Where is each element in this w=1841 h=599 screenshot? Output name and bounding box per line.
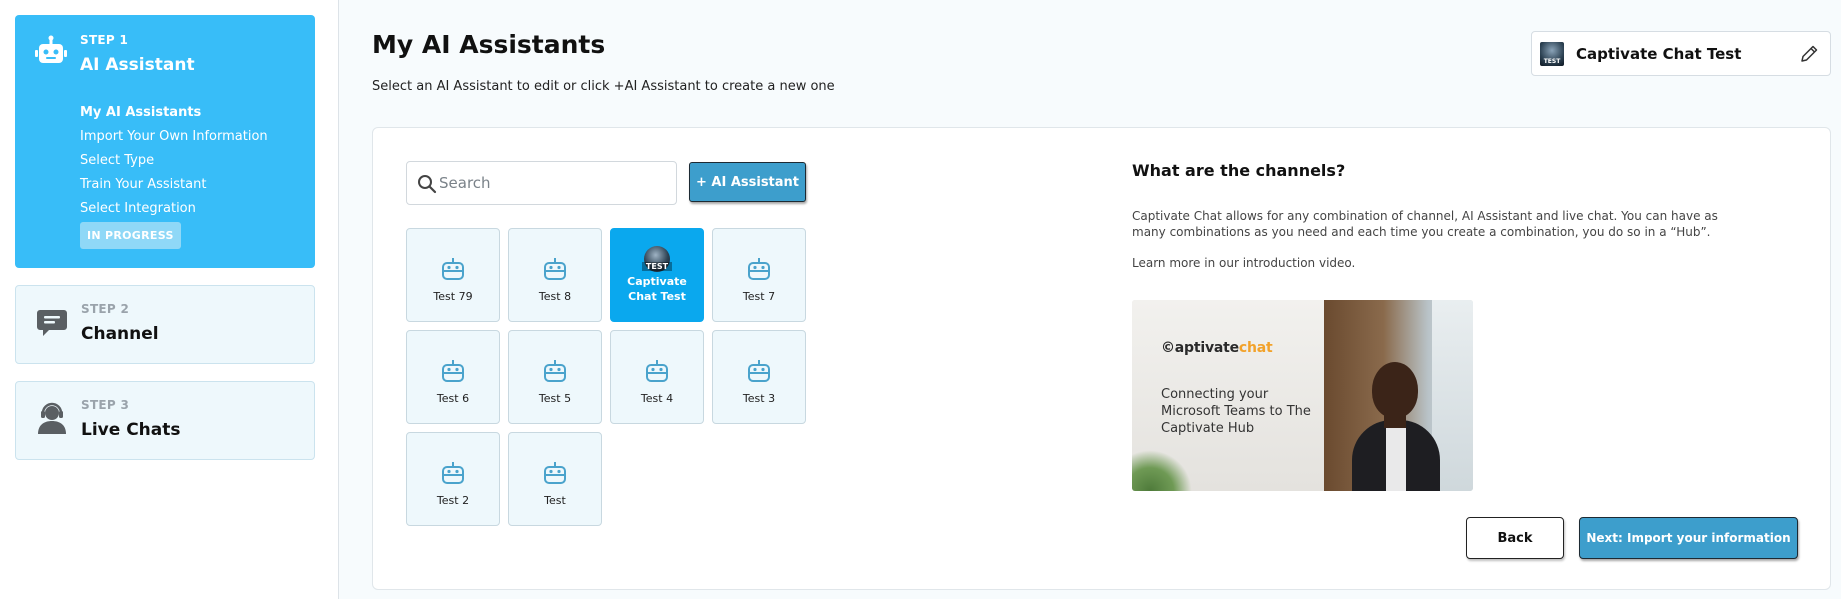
back-button[interactable]: Back: [1466, 517, 1564, 559]
step-1-card[interactable]: STEP 1 AI Assistant My AI Assistants Imp…: [15, 15, 315, 268]
assistant-grid: Test 79 Test 8 TEST Captivate Chat Test …: [406, 228, 808, 526]
assistant-tile[interactable]: Test 6: [406, 330, 500, 424]
robot-icon: [544, 257, 566, 280]
step-kicker: STEP 1: [80, 33, 129, 47]
add-ai-assistant-button[interactable]: + AI Assistant: [689, 162, 806, 202]
robot-icon: [544, 359, 566, 382]
assistant-name: Test 4: [640, 391, 674, 405]
substep-train-assistant[interactable]: Train Your Assistant: [80, 173, 268, 197]
assistant-name: Test 3: [742, 391, 776, 405]
logo-accent: chat: [1238, 340, 1273, 356]
hub-name: Captivate Chat Test: [1576, 45, 1742, 63]
robot-icon: [544, 461, 566, 484]
substep-my-ai-assistants[interactable]: My AI Assistants: [80, 101, 268, 125]
video-caption: Connecting your Microsoft Teams to The C…: [1161, 387, 1311, 436]
assistant-tile[interactable]: Test 5: [508, 330, 602, 424]
robot-icon: [442, 257, 464, 280]
channels-heading: What are the channels?: [1132, 161, 1346, 180]
step-kicker: STEP 2: [81, 302, 130, 316]
step-2-card[interactable]: STEP 2 Channel: [15, 285, 315, 364]
step-title: Channel: [81, 324, 159, 344]
assistant-name: Test 2: [436, 493, 470, 507]
assistant-tile[interactable]: Test: [508, 432, 602, 526]
captivatechat-logo: ©aptivatechat: [1161, 340, 1273, 356]
video-plant: [1132, 450, 1192, 491]
assistant-name: Test 5: [538, 391, 572, 405]
page-subtitle: Select an AI Assistant to edit or click …: [372, 79, 835, 94]
sidebar: STEP 1 AI Assistant My AI Assistants Imp…: [0, 0, 339, 599]
assistant-tile[interactable]: Test 3: [712, 330, 806, 424]
assistant-name: Test 7: [742, 289, 776, 303]
pencil-edit-icon[interactable]: [1798, 43, 1820, 65]
assistant-tile[interactable]: Test 8: [508, 228, 602, 322]
headset-agent-icon: [38, 402, 66, 434]
hub-selector[interactable]: TEST Captivate Chat Test: [1531, 31, 1831, 76]
assistant-tile-selected[interactable]: TEST Captivate Chat Test: [610, 228, 704, 322]
intro-video-text: Learn more in our introduction video.: [1132, 256, 1356, 270]
next-button[interactable]: Next: Import your information: [1579, 517, 1798, 559]
robot-icon: [442, 359, 464, 382]
chat-bubble-icon: [37, 310, 67, 336]
assistant-name: Captivate Chat Test: [627, 275, 687, 303]
assistant-name: Test: [544, 493, 566, 507]
status-badge: IN PROGRESS: [80, 222, 181, 249]
page-title: My AI Assistants: [372, 30, 606, 59]
search-icon: [418, 175, 437, 194]
search-input[interactable]: [439, 163, 669, 203]
substep-select-integration[interactable]: Select Integration: [80, 197, 268, 221]
assistant-name: Test 6: [436, 391, 470, 405]
logo-prefix: ©aptivate: [1161, 340, 1239, 356]
substep-select-type[interactable]: Select Type: [80, 149, 268, 173]
assistants-card: + AI Assistant Test 79 Test 8 TEST Capti…: [372, 127, 1831, 590]
robot-icon: [748, 257, 770, 280]
assistant-tile[interactable]: Test 7: [712, 228, 806, 322]
hub-avatar: TEST: [1540, 42, 1564, 66]
step-kicker: STEP 3: [81, 398, 130, 412]
substep-list: My AI Assistants Import Your Own Informa…: [80, 101, 268, 221]
video-presenter-shirt: [1386, 428, 1406, 491]
step-title: AI Assistant: [80, 55, 195, 75]
search-box[interactable]: [406, 161, 677, 205]
assistant-tile[interactable]: Test 2: [406, 432, 500, 526]
robot-icon: [35, 35, 67, 63]
robot-icon: [442, 461, 464, 484]
assistant-avatar: TEST: [642, 246, 672, 272]
assistant-name: Test 8: [538, 289, 572, 303]
step-3-card[interactable]: STEP 3 Live Chats: [15, 381, 315, 460]
video-presenter-head: [1372, 362, 1418, 418]
hub-avatar-text: TEST: [1543, 58, 1561, 65]
assistant-tile[interactable]: Test 79: [406, 228, 500, 322]
assistant-name: Test 79: [433, 289, 473, 303]
intro-video-thumbnail[interactable]: ©aptivatechat Connecting your Microsoft …: [1132, 300, 1473, 491]
assistant-avatar-text: TEST: [642, 262, 672, 271]
assistant-tile[interactable]: Test 4: [610, 330, 704, 424]
robot-icon: [748, 359, 770, 382]
channels-description: Captivate Chat allows for any combinatio…: [1132, 209, 1718, 239]
substep-import-information[interactable]: Import Your Own Information: [80, 125, 268, 149]
step-title: Live Chats: [81, 420, 181, 440]
robot-icon: [646, 359, 668, 382]
